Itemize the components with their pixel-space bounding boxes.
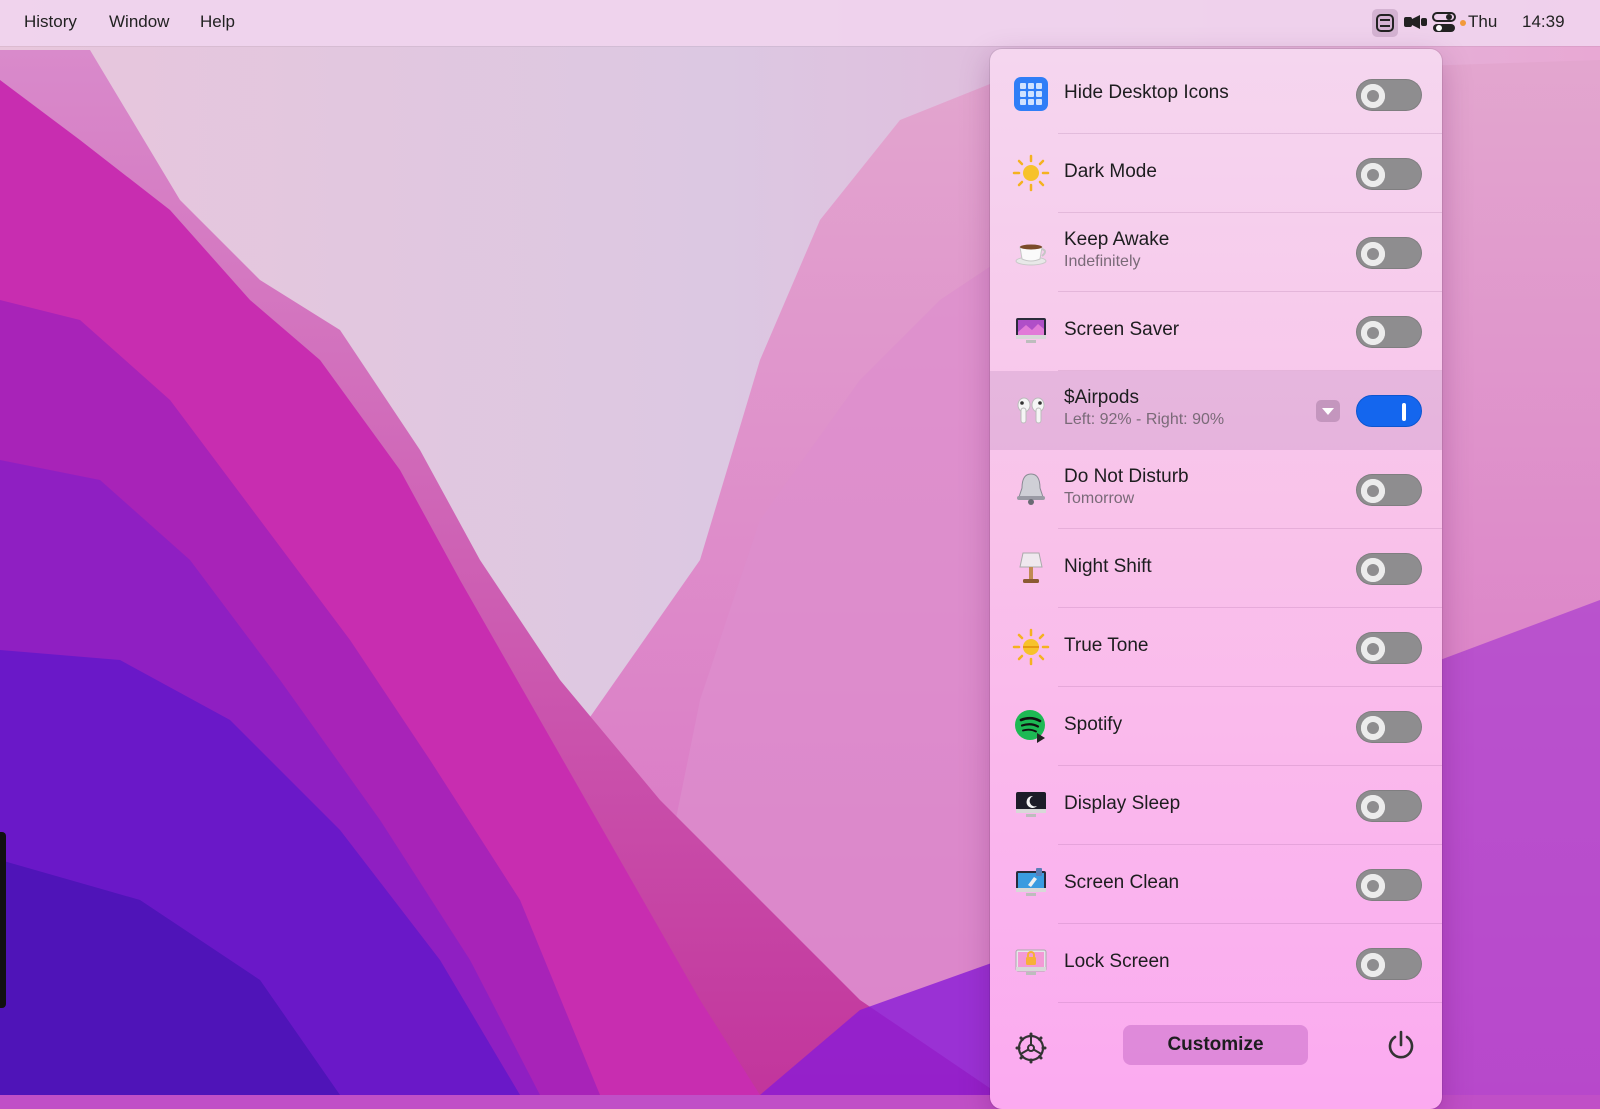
row-title: Lock Screen xyxy=(1064,951,1170,972)
row-title: $Airpods xyxy=(1064,387,1139,408)
row-subtitle: Indefinitely xyxy=(1064,253,1141,270)
sun-icon xyxy=(1012,154,1050,192)
airpods-dropdown-button[interactable] xyxy=(1316,400,1340,422)
row-title: Keep Awake xyxy=(1064,229,1170,250)
row-title: Screen Clean xyxy=(1064,872,1180,893)
customize-button[interactable]: Customize xyxy=(1123,1025,1308,1065)
row-subtitle: Left: 92% - Right: 90% xyxy=(1064,411,1225,428)
row-hide-desktop-icons[interactable]: Hide Desktop Icons xyxy=(990,55,1442,134)
toggle-knob xyxy=(1361,479,1385,503)
toggle-knob xyxy=(1361,953,1385,977)
bell-icon xyxy=(1017,473,1045,505)
row-title: Dark Mode xyxy=(1064,161,1157,182)
row-title: Spotify xyxy=(1064,714,1123,735)
row-true-tone[interactable]: True Tone xyxy=(990,608,1442,687)
dark-mode-toggle[interactable] xyxy=(1356,158,1422,190)
row-display-sleep[interactable]: Display Sleep xyxy=(990,766,1442,845)
hide-desktop-icons-toggle[interactable] xyxy=(1356,79,1422,111)
lock-screen-toggle[interactable] xyxy=(1356,948,1422,980)
display-sleep-toggle[interactable] xyxy=(1356,790,1422,822)
menu-bar: History Window Help Thu 14:39 xyxy=(0,0,1600,46)
coffee-cup-icon xyxy=(1015,244,1047,266)
dock-edge xyxy=(0,832,6,1008)
row-screen-clean[interactable]: Screen Clean xyxy=(990,845,1442,924)
one-switch-icon[interactable] xyxy=(1372,9,1398,37)
row-dark-mode[interactable]: Dark Mode xyxy=(990,134,1442,213)
sun-half-icon xyxy=(1012,628,1050,666)
row-title: Hide Desktop Icons xyxy=(1064,82,1229,103)
toggle-knob xyxy=(1361,242,1385,266)
row-title: Night Shift xyxy=(1064,556,1152,577)
toggle-knob xyxy=(1361,874,1385,898)
toggle-knob xyxy=(1361,716,1385,740)
screen-clean-toggle[interactable] xyxy=(1356,869,1422,901)
row-title: True Tone xyxy=(1064,635,1149,656)
spotify-icon xyxy=(1015,710,1045,743)
row-do-not-disturb[interactable]: Do Not Disturb Tomorrow xyxy=(990,450,1442,529)
recording-dot-icon xyxy=(1460,20,1466,26)
screen-clean-icon xyxy=(1016,868,1046,896)
row-subtitle: Tomorrow xyxy=(1064,490,1135,507)
row-screen-saver[interactable]: Screen Saver xyxy=(990,292,1442,371)
night-shift-toggle[interactable] xyxy=(1356,553,1422,585)
menu-window[interactable]: Window xyxy=(109,12,169,32)
menu-bar-time[interactable]: 14:39 xyxy=(1522,12,1565,32)
airpods-icon xyxy=(1017,397,1045,424)
grid-icon xyxy=(1014,77,1048,111)
menu-bar-day[interactable]: Thu xyxy=(1468,12,1497,32)
row-title: Display Sleep xyxy=(1064,793,1181,814)
keep-awake-toggle[interactable] xyxy=(1356,237,1422,269)
lock-screen-icon xyxy=(1015,949,1047,975)
menu-bar-status-area: Thu 14:39 xyxy=(1372,0,1600,46)
row-keep-awake[interactable]: Keep Awake Indefinitely xyxy=(990,213,1442,292)
toggle-knob xyxy=(1361,321,1385,345)
row-airpods[interactable]: $Airpods Left: 92% - Right: 90% xyxy=(990,371,1442,450)
menu-history[interactable]: History xyxy=(24,12,77,32)
row-spotify[interactable]: Spotify xyxy=(990,687,1442,766)
row-night-shift[interactable]: Night Shift xyxy=(990,529,1442,608)
toggle-on-indicator xyxy=(1402,403,1406,421)
toggle-knob xyxy=(1361,637,1385,661)
airpods-status-icon[interactable] xyxy=(1402,11,1430,33)
menu-help[interactable]: Help xyxy=(200,12,235,32)
screen-saver-toggle[interactable] xyxy=(1356,316,1422,348)
row-lock-screen[interactable]: Lock Screen xyxy=(990,924,1442,1003)
monitor-icon xyxy=(1016,318,1046,343)
row-title: Screen Saver xyxy=(1064,319,1180,340)
lamp-icon xyxy=(1019,552,1043,583)
toggle-knob xyxy=(1361,558,1385,582)
toggle-knob xyxy=(1361,163,1385,187)
toggle-knob xyxy=(1361,795,1385,819)
airpods-toggle[interactable] xyxy=(1356,395,1422,427)
row-title: Do Not Disturb xyxy=(1064,466,1189,487)
one-switch-panel: Hide Desktop Icons Dark Mode Keep Awake … xyxy=(990,49,1442,1109)
gear-icon[interactable] xyxy=(1014,1031,1048,1065)
display-moon-icon xyxy=(1016,792,1046,817)
toggle-knob xyxy=(1361,84,1385,108)
spotify-toggle[interactable] xyxy=(1356,711,1422,743)
toggle-status-icon[interactable] xyxy=(1432,11,1456,33)
true-tone-toggle[interactable] xyxy=(1356,632,1422,664)
panel-footer: Customize xyxy=(990,1011,1442,1091)
row-divider xyxy=(1058,1002,1442,1003)
power-icon[interactable] xyxy=(1386,1029,1416,1063)
do-not-disturb-toggle[interactable] xyxy=(1356,474,1422,506)
